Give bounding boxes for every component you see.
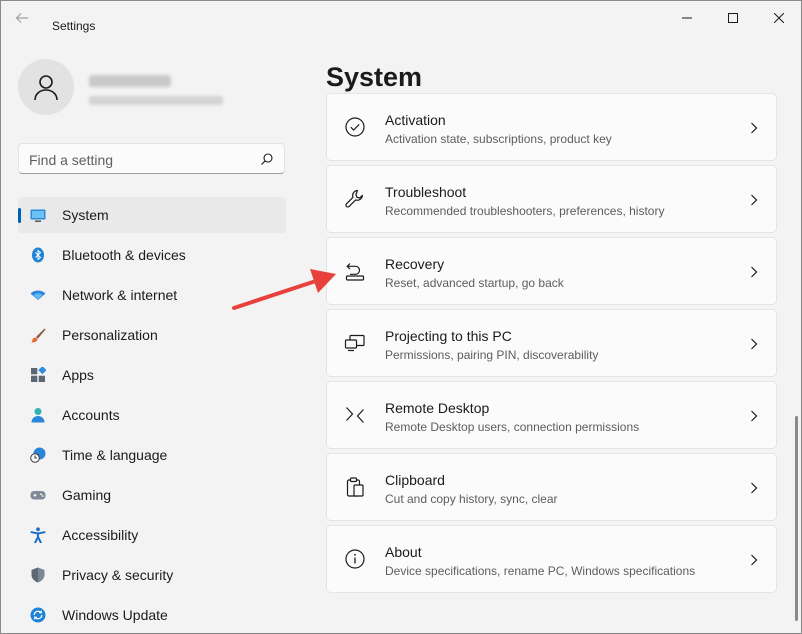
scrollbar[interactable] [795,416,798,621]
sidebar-item-accessibility[interactable]: Accessibility [18,517,286,553]
close-icon [774,13,784,23]
sidebar-item-personalization[interactable]: Personalization [18,317,286,353]
card-description: Permissions, pairing PIN, discoverabilit… [385,348,599,362]
remote-desktop-icon [346,407,364,423]
settings-window: Settings Find a setting System Bluetooth… [0,0,802,634]
search-input[interactable]: Find a setting [18,143,285,174]
settings-card-recovery[interactable]: Recovery Reset, advanced startup, go bac… [326,237,777,305]
apps-icon [31,367,46,382]
back-button[interactable] [15,11,35,27]
accessibility-icon [30,527,46,543]
card-description: Cut and copy history, sync, clear [385,492,558,506]
minimize-icon [682,17,692,19]
wrench-icon [345,189,363,208]
user-name-redacted [89,75,171,87]
chevron-right-icon [751,410,758,422]
globe-clock-icon [30,447,46,463]
settings-card-projecting[interactable]: Projecting to this PC Permissions, pairi… [326,309,777,377]
sidebar-item-label: System [62,207,109,223]
sidebar-item-privacy[interactable]: Privacy & security [18,557,286,593]
settings-card-troubleshoot[interactable]: Troubleshoot Recommended troubleshooters… [326,165,777,233]
sidebar-item-label: Accounts [62,407,120,423]
sidebar-item-label: Accessibility [62,527,139,543]
sidebar-item-windows-update[interactable]: Windows Update [18,597,286,633]
sidebar-item-label: Apps [62,367,94,383]
person-icon [34,75,58,101]
recovery-icon [345,263,365,281]
gamepad-icon [30,491,46,500]
title-bar: Settings [1,1,801,35]
app-title: Settings [52,19,96,33]
sidebar-item-label: Personalization [62,327,158,343]
page-title: System [326,62,423,92]
search-icon[interactable] [260,152,274,166]
chevron-right-icon [751,122,758,134]
sidebar-nav: System Bluetooth & devices Network & int… [18,197,286,634]
sidebar-item-label: Windows Update [62,607,168,623]
maximize-button[interactable] [710,7,756,29]
card-description: Remote Desktop users, connection permiss… [385,420,640,434]
card-description: Device specifications, rename PC, Window… [385,564,696,578]
card-title: Activation [385,112,446,128]
info-icon [345,549,365,569]
settings-card-activation[interactable]: Activation Activation state, subscriptio… [326,93,777,161]
settings-card-remote-desktop[interactable]: Remote Desktop Remote Desktop users, con… [326,381,777,449]
card-title: Remote Desktop [385,400,490,416]
sidebar-item-network[interactable]: Network & internet [18,277,286,313]
chevron-right-icon [751,338,758,350]
card-title: Recovery [385,256,445,272]
sidebar-item-accounts[interactable]: Accounts [18,397,286,433]
card-description: Recommended troubleshooters, preferences… [385,204,665,218]
card-title: Projecting to this PC [385,328,512,344]
back-arrow-icon [15,13,28,23]
sidebar-item-apps[interactable]: Apps [18,357,286,393]
sidebar-item-gaming[interactable]: Gaming [18,477,286,513]
system-icon [30,209,46,222]
update-icon [30,607,46,623]
settings-card-clipboard[interactable]: Clipboard Cut and copy history, sync, cl… [326,453,777,521]
user-email-redacted [89,96,223,105]
projection-icon [344,334,365,352]
card-title: About [385,544,422,560]
settings-card-about[interactable]: About Device specifications, rename PC, … [326,525,777,593]
sidebar-item-label: Privacy & security [62,567,174,583]
shield-icon [31,567,45,583]
card-title: Troubleshoot [385,184,467,200]
sidebar-item-time-language[interactable]: Time & language [18,437,286,473]
sidebar-item-label: Time & language [62,447,168,463]
wifi-icon [30,290,46,300]
clipboard-icon [346,477,364,497]
chevron-right-icon [751,554,758,566]
checkmark-circle-icon [345,117,365,137]
chevron-right-icon [751,194,758,206]
maximize-icon [728,13,738,23]
avatar[interactable] [18,59,74,115]
minimize-button[interactable] [664,7,710,29]
chevron-right-icon [751,266,758,278]
sidebar-item-label: Gaming [62,487,112,503]
card-description: Reset, advanced startup, go back [385,276,564,290]
chevron-right-icon [751,482,758,494]
card-title: Clipboard [385,472,445,488]
bluetooth-icon [32,247,44,263]
brush-icon [30,328,46,343]
card-description: Activation state, subscriptions, product… [385,132,612,146]
sidebar-item-label: Bluetooth & devices [62,247,186,263]
person-icon [31,408,45,423]
sidebar-item-label: Network & internet [62,287,178,303]
search-placeholder: Find a setting [29,152,114,168]
close-button[interactable] [756,7,802,29]
sidebar-item-system[interactable]: System [18,197,286,233]
sidebar-item-bluetooth[interactable]: Bluetooth & devices [18,237,286,273]
